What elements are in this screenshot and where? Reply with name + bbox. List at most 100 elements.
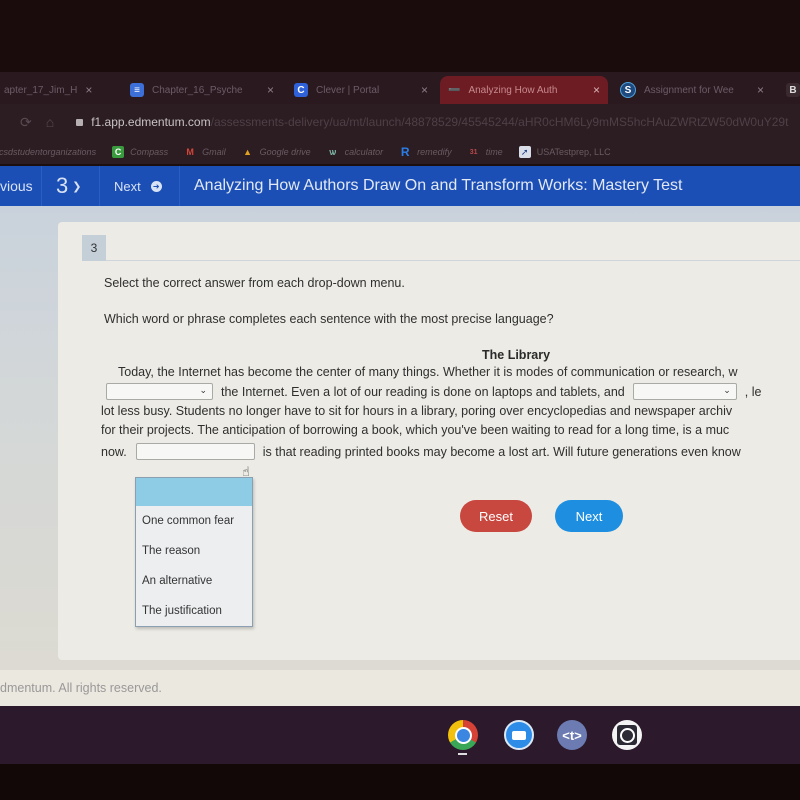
tab-label: Clever | Portal	[316, 84, 380, 96]
bookmark-label: Gmail	[202, 147, 226, 157]
docs-icon: ≡	[130, 83, 144, 97]
question-prompt: Which word or phrase completes each sent…	[104, 312, 554, 326]
previous-button[interactable]: vious	[0, 166, 42, 206]
screen-capture-icon[interactable]	[612, 720, 642, 750]
bookmark[interactable]: Rremedify	[399, 145, 452, 159]
browser-tab[interactable]: B	[778, 76, 800, 104]
calendar-icon: 31	[469, 148, 478, 156]
url-field[interactable]: f1.app.edmentum.com/assessments-delivery…	[76, 115, 788, 129]
usatestprep-icon: ➚	[518, 146, 531, 158]
passage-line: ⌄ the Internet. Even a lot of our readin…	[106, 383, 761, 400]
drive-icon: ▲	[243, 147, 253, 157]
passage-title: The Library	[482, 348, 551, 362]
passage-line: now. is that reading printed books may b…	[101, 443, 741, 460]
close-tab-icon[interactable]: ×	[757, 83, 764, 97]
bookmark[interactable]: ➚ USATestprep, LLC	[518, 146, 611, 158]
home-icon[interactable]: ⌂	[46, 114, 54, 130]
address-bar-row: ⟳ ⌂ f1.app.edmentum.com/assessments-deli…	[0, 104, 800, 140]
passage-line: for their projects. The anticipation of …	[101, 423, 730, 437]
url-path: /assessments-delivery/ua/mt/launch/48878…	[210, 115, 789, 129]
compass-icon: C	[112, 146, 125, 158]
arrow-right-circle-icon: ➜	[150, 180, 162, 192]
browser-tab-active[interactable]: ➖ Analyzing How Auth ×	[440, 76, 608, 104]
reload-icon[interactable]: ⟳	[20, 114, 32, 131]
question-number-badge: 3	[82, 235, 106, 261]
close-tab-icon[interactable]: ×	[421, 83, 428, 97]
reset-button[interactable]: Reset	[460, 500, 532, 532]
next-question-button[interactable]: Next ➜	[100, 166, 180, 206]
browser-tab[interactable]: ≡ Chapter_16_Psyche ×	[122, 76, 282, 104]
bookmark[interactable]: M Gmail	[184, 146, 226, 158]
url-host: f1.app.edmentum.com	[91, 115, 211, 129]
close-tab-icon[interactable]: ×	[267, 83, 274, 97]
capture-frame	[617, 725, 637, 745]
screen-bezel-top	[0, 0, 800, 72]
zoom-app-icon[interactable]	[504, 720, 534, 750]
capture-ring	[619, 727, 635, 743]
t-app-icon[interactable]: <t>	[557, 720, 587, 750]
question-number: 3	[56, 173, 69, 198]
running-indicator	[458, 753, 467, 755]
camera-icon	[512, 730, 526, 740]
schoology-icon: S	[620, 82, 636, 98]
bookmark[interactable]: ▲ Google drive	[242, 146, 311, 158]
bookmark[interactable]: ucsdstudentorganizations	[0, 147, 96, 157]
browser-tab[interactable]: apter_17_Jim_H ×	[0, 76, 96, 104]
remedify-icon: R	[400, 145, 410, 159]
bookmark-label: Compass	[130, 147, 169, 157]
copyright-text: dmentum. All rights reserved.	[0, 681, 162, 695]
next-button[interactable]: Next	[555, 500, 623, 532]
chevron-down-icon: ⌄	[723, 385, 731, 395]
chevron-down-icon: ❯	[72, 180, 82, 193]
b-icon: B	[786, 83, 800, 97]
dropdown-3-menu: One common fear The reason An alternativ…	[135, 477, 253, 627]
screen-bezel-bottom	[0, 764, 800, 800]
bookmarks-bar: ucsdstudentorganizations C Compass M Gmail…	[0, 140, 800, 164]
os-shelf: <t>	[0, 706, 800, 764]
browser-tab[interactable]: C Clever | Portal ×	[286, 76, 436, 104]
dropdown-3[interactable]	[135, 443, 255, 460]
passage-text: , le	[744, 384, 762, 399]
bookmark-label: USATestprep, LLC	[536, 147, 611, 157]
divider	[106, 260, 800, 261]
browser-tab[interactable]: S Assignment for Wee ×	[612, 76, 772, 104]
passage-text: the Internet. Even a lot of our reading …	[221, 384, 625, 399]
tab-label: Chapter_16_Psyche	[152, 84, 243, 96]
lock-icon	[76, 119, 84, 126]
dropdown-option[interactable]: The justification	[136, 596, 252, 626]
bookmark[interactable]: C Compass	[112, 146, 168, 158]
gmail-icon: M	[186, 147, 194, 157]
close-tab-icon[interactable]: ×	[593, 83, 600, 97]
instruction-text: Select the correct answer from each drop…	[104, 276, 405, 290]
dropdown-1[interactable]: ⌄	[106, 383, 213, 400]
calculator-icon: ѡ	[329, 147, 337, 157]
bookmark[interactable]: 31 time	[468, 146, 503, 158]
test-title: Analyzing How Authors Draw On and Transf…	[194, 177, 683, 194]
tab-label: apter_17_Jim_H	[4, 84, 78, 96]
chrome-icon[interactable]	[448, 720, 478, 750]
bookmark-label: calculator	[344, 147, 384, 157]
close-tab-icon[interactable]: ×	[85, 83, 92, 97]
bookmark-label: remedify	[417, 147, 452, 157]
question-selector[interactable]: 3 ❯	[42, 166, 100, 206]
dropdown-option[interactable]: An alternative	[136, 566, 252, 596]
content-area: 3 Select the correct answer from each dr…	[0, 206, 800, 670]
assessment-header: vious 3 ❯ Next ➜ Analyzing How Authors Dra…	[0, 166, 800, 206]
bookmark[interactable]: ѡ calculator	[327, 146, 384, 158]
previous-label: vious	[0, 178, 33, 194]
next-label: Next	[114, 178, 141, 194]
dropdown-option-blank[interactable]	[136, 478, 252, 506]
dropdown-option[interactable]: One common fear	[136, 506, 252, 536]
dropdown-option[interactable]: The reason	[136, 536, 252, 566]
passage-line: lot less busy. Students no longer have t…	[101, 404, 733, 418]
passage-text: now.	[101, 444, 127, 459]
tab-label: Assignment for Wee	[644, 84, 734, 96]
bookmark-label: Google drive	[259, 147, 311, 157]
bookmark-label: time	[485, 147, 503, 157]
passage-text: is that reading printed books may become…	[262, 444, 741, 459]
bookmark-label: ucsdstudentorganizations	[0, 147, 97, 157]
clever-icon: C	[294, 83, 308, 97]
dropdown-2[interactable]: ⌄	[632, 383, 737, 400]
chrome-center	[454, 726, 472, 744]
tab-label: Analyzing How Auth	[468, 84, 558, 96]
